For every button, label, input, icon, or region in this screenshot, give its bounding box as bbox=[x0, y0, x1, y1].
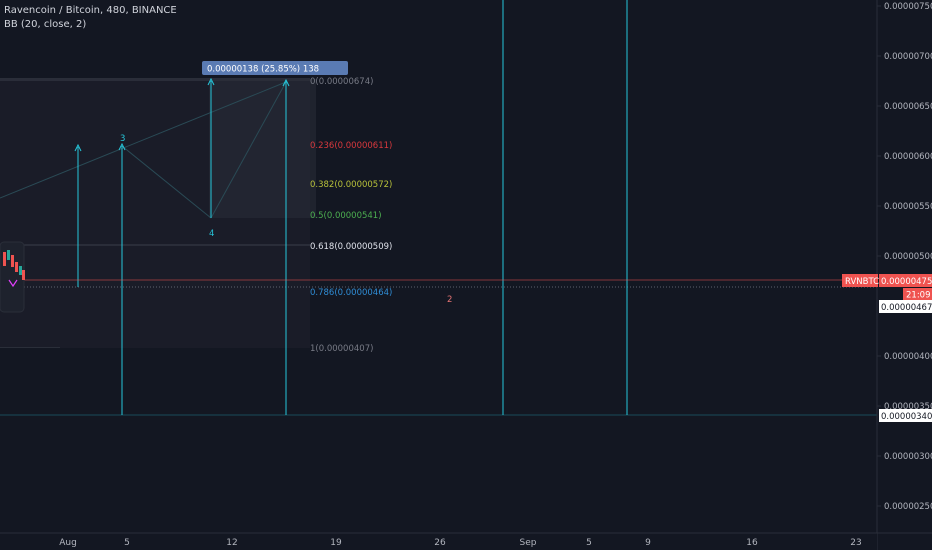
low-price-text: 0.00000340 bbox=[881, 412, 932, 422]
price-tick-label: 0.00000550 bbox=[884, 202, 932, 212]
wave-label-3: 3 bbox=[120, 134, 125, 144]
price-tick-label: 0.00000250 bbox=[884, 502, 932, 512]
time-tick-label: 16 bbox=[746, 538, 758, 548]
price-tick-label: 0.00000500 bbox=[884, 252, 932, 262]
fib-label-1: 1(0.00000407) bbox=[310, 344, 373, 354]
chart-canvas[interactable]: 0.00000138 (25.85%) 138 0(0.00000674) 0.… bbox=[0, 0, 932, 550]
crosshair-price-badge: 0.00000467 bbox=[879, 300, 932, 313]
time-tick-label: 12 bbox=[226, 538, 237, 548]
time-tick-label: 26 bbox=[434, 538, 446, 548]
crosshair-price-text: 0.00000467 bbox=[881, 303, 932, 313]
time-tick-label: Aug bbox=[59, 538, 77, 548]
fib-level-labels: 0(0.00000674) 0.236(0.00000611) 0.382(0.… bbox=[310, 77, 392, 354]
fib-label-05: 0.5(0.00000541) bbox=[310, 211, 382, 221]
measure-tool[interactable] bbox=[209, 79, 316, 218]
countdown-badge-text: 21:09 bbox=[906, 291, 931, 301]
fib-label-0382: 0.382(0.00000572) bbox=[310, 180, 392, 190]
time-tick-label: 9 bbox=[645, 538, 651, 548]
time-tick-label: 19 bbox=[330, 538, 342, 548]
time-axis[interactable] bbox=[0, 532, 932, 550]
symbol-badge-text: RVNBTC bbox=[845, 277, 879, 287]
price-tick-label: 0.00000600 bbox=[884, 152, 932, 162]
wave-label-2: 2 bbox=[447, 295, 452, 305]
measure-label: 0.00000138 (25.85%) 138 bbox=[202, 61, 348, 75]
time-tick-label: 5 bbox=[124, 538, 130, 548]
time-tick-label: 5 bbox=[586, 538, 592, 548]
fib-label-0: 0(0.00000674) bbox=[310, 77, 373, 87]
price-badge-text: 0.00000475 bbox=[881, 277, 932, 287]
fib-label-0236: 0.236(0.00000611) bbox=[310, 141, 392, 151]
price-tick-label: 0.00000700 bbox=[884, 52, 932, 62]
fib-label-0786: 0.786(0.00000464) bbox=[310, 288, 392, 298]
price-tick-label: 0.00000300 bbox=[884, 452, 932, 462]
time-tick-label: Sep bbox=[520, 538, 537, 548]
price-tick-label: 0.00000750 bbox=[884, 2, 932, 12]
fib-label-0618: 0.618(0.00000509) bbox=[310, 242, 392, 252]
time-tick-label: 23 bbox=[850, 538, 861, 548]
price-tick-label: 0.00000350 bbox=[884, 402, 932, 412]
measure-label-text: 0.00000138 (25.85%) 138 bbox=[207, 65, 319, 75]
wave-label-4: 4 bbox=[209, 229, 214, 239]
price-tick-label: 0.00000400 bbox=[884, 352, 932, 362]
price-tick-label: 0.00000650 bbox=[884, 102, 932, 112]
price-candles[interactable] bbox=[0, 241, 25, 313]
